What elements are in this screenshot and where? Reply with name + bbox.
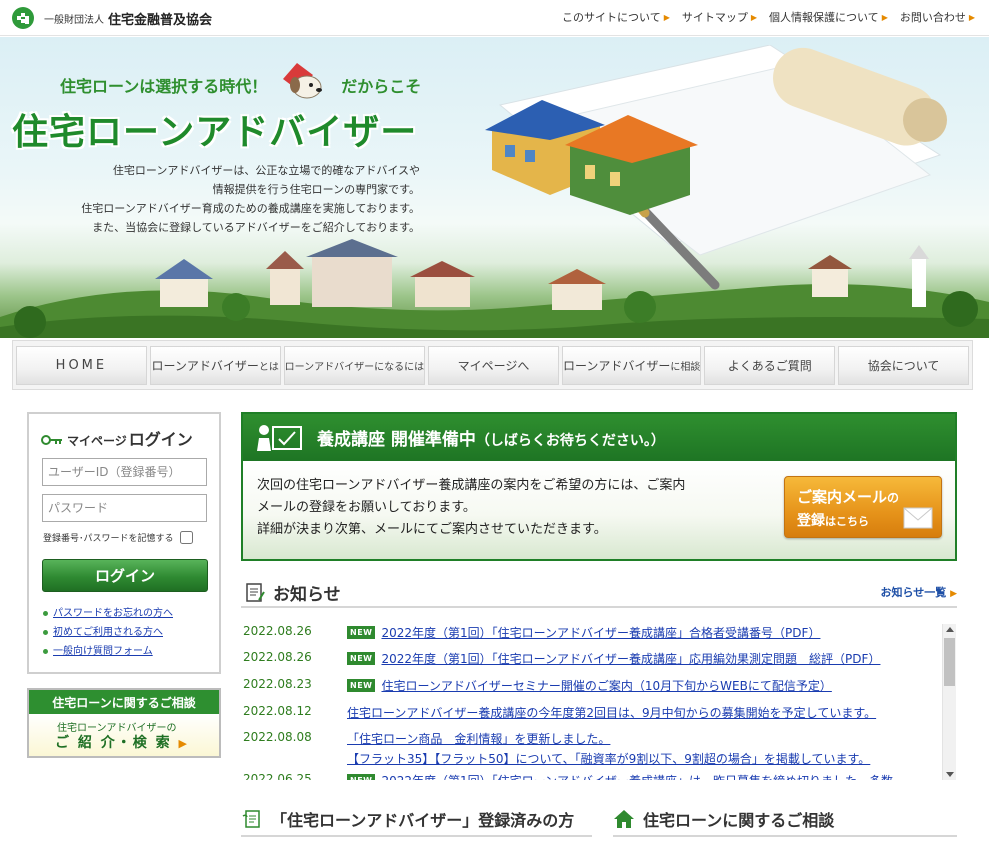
remember-checkbox[interactable] bbox=[179, 531, 193, 544]
user-id-input[interactable] bbox=[42, 458, 207, 486]
registered-advisor-section-header: 「住宅ローンアドバイザー」登録済みの方 bbox=[241, 803, 592, 837]
arrow-right-icon: ▶ bbox=[950, 589, 957, 599]
top-link-contact[interactable]: お問い合わせ ▶ bbox=[900, 9, 975, 25]
news-date: 2022.08.08 bbox=[243, 730, 312, 744]
news-link[interactable]: 【フラット35】【フラット50】について、「融資率が9割以下、9割超の場合」を掲… bbox=[347, 750, 870, 767]
org-prefix: 一般財団法人 bbox=[44, 14, 104, 26]
hero-catch-copy: 住宅ローンは選択する時代！ だからこそ bbox=[60, 77, 422, 96]
mascot-dog-icon bbox=[283, 63, 322, 99]
nav-about-advisor[interactable]: ローンアドバイザー とは bbox=[149, 346, 281, 385]
remember-row: 登録番号･パスワードを記憶する bbox=[43, 531, 193, 544]
org-name: 住宅金融普及協会 bbox=[108, 12, 213, 28]
registered-advisor-title: 「住宅ローンアドバイザー」登録済みの方 bbox=[271, 811, 575, 830]
news-link[interactable]: 住宅ローンアドバイザー養成講座の今年度第2回目は、9月中旬からの募集開始を予定し… bbox=[347, 704, 876, 721]
course-notice-box: 養成講座 開催準備中（しばらくお待ちください。） 次回の住宅ローンアドバイザー養… bbox=[241, 412, 957, 561]
loan-consult-title: 住宅ローンに関するご相談 bbox=[643, 811, 835, 830]
consult-banner-body: 住宅ローンアドバイザーの ご 紹 介・検 索 ▶ bbox=[29, 714, 219, 756]
arrow-right-icon: ▶ bbox=[750, 12, 758, 22]
new-badge: NEW bbox=[347, 774, 376, 780]
news-item: 2022.08.26 NEW 2022年度（第1回）「住宅ローンアドバイザー養成講… bbox=[241, 624, 941, 641]
news-list-link[interactable]: お知らせ一覧 ▶ bbox=[880, 584, 957, 600]
house-icon bbox=[614, 810, 634, 828]
first-time-link[interactable]: 初めてご利用される方へ bbox=[43, 623, 173, 642]
news-link[interactable]: 2022年度（第1回）「住宅ローンアドバイザー養成講座」応用編効果測定問題 総評… bbox=[381, 650, 880, 667]
site-logo[interactable]: 一般財団法人 住宅金融普及協会 bbox=[12, 7, 212, 29]
nav-consult-advisor[interactable]: ローンアドバイザー に相談 bbox=[561, 346, 702, 385]
login-links: パスワードをお忘れの方へ 初めてご利用される方へ 一般向け質問フォーム bbox=[43, 604, 173, 661]
hero-banner: 住宅ローンは選択する時代！ だからこそ 住宅ローンアドバイザー 住宅ローンアドバイ… bbox=[0, 37, 989, 338]
top-links: このサイトについて ▶ サイトマップ ▶ 個人情報保護について ▶ お問い合わせ ▶ bbox=[562, 9, 975, 25]
nav-become-advisor[interactable]: ローンアドバイザー になるには bbox=[283, 346, 426, 385]
question-form-link[interactable]: 一般向け質問フォーム bbox=[43, 642, 173, 661]
nav-mypage[interactable]: マイページへ bbox=[428, 346, 559, 385]
news-link[interactable]: 住宅ローンアドバイザーセミナー開催のご案内（10月下旬からWEBにて配信予定） bbox=[381, 677, 831, 694]
news-date: 2022.06.25 bbox=[243, 772, 312, 780]
news-link[interactable]: 2022年度（第1回）「住宅ローンアドバイザー養成講座」合格者受講番号（PDF） bbox=[381, 624, 820, 641]
news-date: 2022.08.26 bbox=[243, 624, 312, 638]
course-notice-text: 次回の住宅ローンアドバイザー養成講座の案内をご希望の方には、ご案内 メールの登録… bbox=[257, 478, 686, 537]
news-header: お知らせ お知らせ一覧 ▶ bbox=[241, 578, 957, 608]
arrow-right-icon: ▶ bbox=[663, 12, 670, 22]
password-input[interactable] bbox=[42, 494, 207, 522]
course-title: 養成講座 開催準備中 bbox=[317, 430, 476, 450]
news-scrollbar[interactable] bbox=[942, 624, 956, 780]
nav-home[interactable]: HOME bbox=[16, 346, 147, 385]
bullet-icon bbox=[43, 630, 48, 635]
bullet-icon bbox=[43, 649, 48, 654]
scroll-down-icon[interactable] bbox=[946, 772, 954, 777]
course-notice-header: 養成講座 開催準備中（しばらくお待ちください。） bbox=[243, 414, 955, 461]
login-title: マイページ ログイン bbox=[41, 426, 193, 450]
logo-mark-icon bbox=[12, 7, 34, 29]
news-title: お知らせ bbox=[273, 585, 341, 605]
top-link-privacy[interactable]: 個人情報保護について ▶ bbox=[769, 9, 888, 25]
login-box: マイページ ログイン 登録番号･パスワードを記憶する ログイン パスワードをお忘… bbox=[27, 412, 221, 674]
login-button[interactable]: ログイン bbox=[42, 559, 208, 592]
scroll-thumb[interactable] bbox=[944, 638, 955, 686]
news-link[interactable]: 「住宅ローン商品 金利情報」を更新しました。 bbox=[347, 730, 610, 747]
top-link-sitemap[interactable]: サイトマップ ▶ bbox=[682, 9, 757, 25]
news-item: 2022.06.25 NEW 2022年度（第1回）「住宅ローンアドバイザー養成講… bbox=[241, 772, 941, 780]
new-badge: NEW bbox=[347, 626, 376, 639]
new-badge: NEW bbox=[347, 679, 376, 692]
mail-icon bbox=[903, 507, 933, 529]
news-link[interactable]: 2022年度（第1回）「住宅ローンアドバイザー養成講座」は、昨日募集を締め切りま… bbox=[381, 772, 893, 780]
top-bar: 一般財団法人 住宅金融普及協会 このサイトについて ▶ サイトマップ ▶ 個人情報保… bbox=[0, 0, 989, 36]
news-date: 2022.08.23 bbox=[243, 677, 312, 691]
news-item: 2022.08.12 住宅ローンアドバイザー養成講座の今年度第2回目は、9月中旬… bbox=[241, 704, 941, 721]
scroll-up-icon[interactable] bbox=[946, 627, 954, 632]
mail-register-button[interactable]: ご案内メールの 登録はこちら bbox=[784, 476, 942, 538]
nav-faq[interactable]: よくあるご質問 bbox=[704, 346, 836, 385]
key-icon bbox=[41, 435, 62, 445]
course-notice-body: 次回の住宅ローンアドバイザー養成講座の案内をご希望の方には、ご案内 メールの登録… bbox=[243, 461, 955, 559]
new-badge: NEW bbox=[347, 652, 376, 665]
hero-town-illustration bbox=[0, 239, 989, 338]
news-list: 2022.08.26 NEW 2022年度（第1回）「住宅ローンアドバイザー養成講… bbox=[241, 620, 957, 780]
news-item: 2022.08.26 NEW 2022年度（第1回）「住宅ローンアドバイザー養成講… bbox=[241, 650, 941, 667]
news-item: 2022.08.23 NEW 住宅ローンアドバイザーセミナー開催のご案内（10月下… bbox=[241, 677, 941, 694]
course-title-sub: （しばらくお待ちください。） bbox=[475, 433, 665, 449]
arrow-right-icon: ▶ bbox=[968, 12, 975, 22]
hero-title: 住宅ローンアドバイザー bbox=[12, 112, 418, 153]
bullet-icon bbox=[43, 611, 48, 616]
consult-banner-title: 住宅ローンに関するご相談 bbox=[29, 690, 219, 714]
arrow-right-icon: ▶ bbox=[881, 12, 888, 22]
news-item: 2022.08.08 「住宅ローン商品 金利情報」を更新しました。 【フラット3… bbox=[241, 730, 941, 767]
lecture-icon bbox=[257, 424, 302, 451]
notepad-icon bbox=[246, 583, 265, 602]
nav-association[interactable]: 協会について bbox=[838, 346, 969, 385]
advisor-search-banner[interactable]: 住宅ローンに関するご相談 住宅ローンアドバイザーの ご 紹 介・検 索 ▶ bbox=[27, 688, 221, 758]
news-date: 2022.08.26 bbox=[243, 650, 312, 664]
arrow-right-icon: ▶ bbox=[178, 737, 189, 750]
news-date: 2022.08.12 bbox=[243, 704, 312, 718]
top-link-about-site[interactable]: このサイトについて ▶ bbox=[562, 9, 670, 25]
global-nav: HOME ローンアドバイザー とは ローンアドバイザー になるには マイページへ ロ… bbox=[12, 340, 973, 390]
hero-description: 住宅ローンアドバイザーは、公正な立場で的確なアドバイスや 情報提供を行う住宅ロー… bbox=[81, 164, 420, 234]
forgot-password-link[interactable]: パスワードをお忘れの方へ bbox=[43, 604, 173, 623]
loan-consult-section-header: 住宅ローンに関するご相談 bbox=[613, 803, 957, 837]
document-icon bbox=[242, 810, 260, 828]
